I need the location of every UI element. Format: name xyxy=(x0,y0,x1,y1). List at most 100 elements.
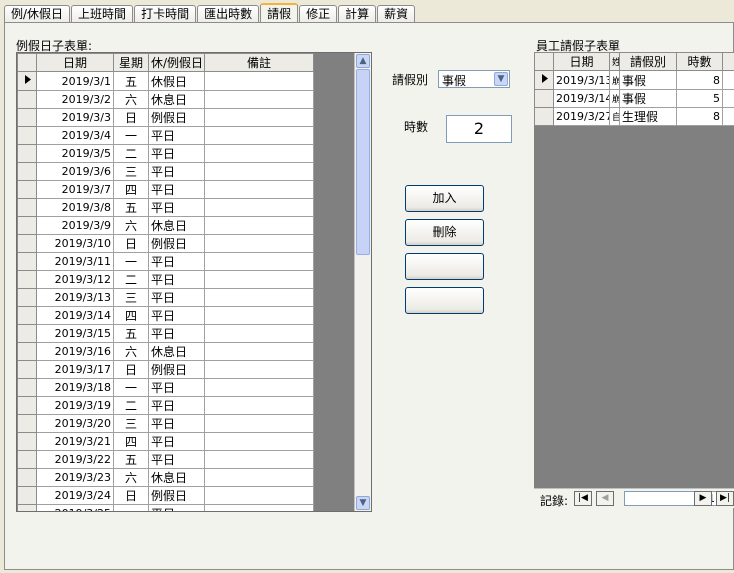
tab-2[interactable]: 打卡時間 xyxy=(134,5,197,23)
weekday-cell[interactable]: 五 xyxy=(113,324,149,343)
holiday-type-cell[interactable]: 例假日 xyxy=(148,234,205,253)
date-cell[interactable]: 2019/3/21 xyxy=(36,432,114,451)
row-pointer-icon[interactable] xyxy=(534,70,554,90)
table-row[interactable]: 2019/3/21 四平日 xyxy=(17,432,314,451)
note-cell[interactable] xyxy=(204,126,314,145)
holiday-type-cell[interactable]: 平日 xyxy=(148,180,205,199)
row-selector[interactable] xyxy=(17,342,37,361)
note-cell[interactable] xyxy=(204,342,314,361)
weekday-cell[interactable]: 四 xyxy=(113,432,149,451)
extra-cell[interactable] xyxy=(722,70,734,90)
date-cell[interactable]: 2019/3/7 xyxy=(36,180,114,199)
holiday-type-cell[interactable]: 例假日 xyxy=(148,486,205,505)
note-cell[interactable] xyxy=(204,432,314,451)
weekday-cell[interactable]: 日 xyxy=(113,360,149,379)
table-row[interactable]: 2019/3/12 二平日 xyxy=(17,270,314,289)
weekday-cell[interactable]: 五 xyxy=(113,450,149,469)
weekday-cell[interactable]: 六 xyxy=(113,216,149,235)
holiday-type-cell[interactable]: 平日 xyxy=(148,198,205,217)
note-cell[interactable] xyxy=(204,90,314,109)
table-row[interactable]: 2019/3/14 四平日 xyxy=(17,306,314,325)
weekday-cell[interactable]: 二 xyxy=(113,270,149,289)
table-row[interactable]: 2019/3/13崩事假8 xyxy=(534,70,734,90)
date-cell[interactable]: 2019/3/9 xyxy=(36,216,114,235)
hours-input[interactable]: 2 xyxy=(446,115,512,143)
table-row[interactable]: 2019/3/6 三平日 xyxy=(17,162,314,181)
table-row[interactable]: 2019/3/13 三平日 xyxy=(17,288,314,307)
row-selector[interactable] xyxy=(17,234,37,253)
holiday-type-cell[interactable]: 平日 xyxy=(148,306,205,325)
holiday-type-cell[interactable]: 平日 xyxy=(148,450,205,469)
row-selector[interactable] xyxy=(17,252,37,271)
tab-4[interactable]: 請假 xyxy=(260,3,299,24)
row-selector[interactable] xyxy=(17,288,37,307)
table-row[interactable]: 2019/3/8 五平日 xyxy=(17,198,314,217)
leave-type-cell[interactable]: 生理假 xyxy=(619,107,677,126)
table-row[interactable]: 2019/3/19 二平日 xyxy=(17,396,314,415)
weekday-cell[interactable]: 二 xyxy=(113,396,149,415)
holiday-type-cell[interactable]: 平日 xyxy=(148,288,205,307)
note-cell[interactable] xyxy=(204,162,314,181)
note-cell[interactable] xyxy=(204,252,314,271)
holiday-type-cell[interactable]: 平日 xyxy=(148,504,205,511)
holiday-type-cell[interactable]: 休息日 xyxy=(148,342,205,361)
weekday-cell[interactable]: 一 xyxy=(113,252,149,271)
date-cell[interactable]: 2019/3/22 xyxy=(36,450,114,469)
weekday-cell[interactable]: 一 xyxy=(113,378,149,397)
blank-button-1[interactable] xyxy=(405,253,484,280)
row-selector[interactable] xyxy=(17,108,37,127)
weekday-cell[interactable]: 五 xyxy=(113,198,149,217)
row-selector[interactable] xyxy=(17,162,37,181)
blank-button-2[interactable] xyxy=(405,287,484,314)
arrow-down-icon[interactable]: ▼ xyxy=(356,496,370,510)
hours-cell[interactable]: 8 xyxy=(676,70,723,90)
weekday-cell[interactable]: 五 xyxy=(113,71,149,91)
table-row[interactable]: 2019/3/25一平日 xyxy=(17,504,314,511)
date-cell[interactable]: 2019/3/10 xyxy=(36,234,114,253)
row-selector[interactable] xyxy=(17,486,37,505)
tab-7[interactable]: 薪資 xyxy=(377,5,416,23)
table-row[interactable]: 2019/3/16 六休息日 xyxy=(17,342,314,361)
extra-cell[interactable] xyxy=(722,89,734,108)
note-cell[interactable] xyxy=(204,144,314,163)
holiday-type-cell[interactable]: 平日 xyxy=(148,432,205,451)
note-cell[interactable] xyxy=(204,288,314,307)
next-record-icon[interactable]: ▶ xyxy=(694,491,712,506)
left-grid-scrollbar[interactable]: ▲ ▼ xyxy=(354,53,371,511)
row-selector[interactable] xyxy=(17,378,37,397)
note-cell[interactable] xyxy=(204,108,314,127)
row-selector[interactable] xyxy=(17,450,37,469)
table-row[interactable]: 2019/3/23 六休息日 xyxy=(17,468,314,487)
holiday-type-cell[interactable]: 平日 xyxy=(148,144,205,163)
date-cell[interactable]: 2019/3/17 xyxy=(36,360,114,379)
table-row[interactable]: 2019/3/4 一平日 xyxy=(17,126,314,145)
date-cell[interactable]: 2019/3/13 xyxy=(553,70,610,90)
holiday-type-cell[interactable]: 平日 xyxy=(148,252,205,271)
weekday-cell[interactable]: 三 xyxy=(113,414,149,433)
row-selector[interactable] xyxy=(17,504,37,511)
leave-type-select[interactable]: 事假 ▼ xyxy=(438,70,510,88)
weekday-cell[interactable]: 日 xyxy=(113,234,149,253)
table-row[interactable]: 2019/3/5 二平日 xyxy=(17,144,314,163)
date-cell[interactable]: 2019/3/23 xyxy=(36,468,114,487)
date-cell[interactable]: 2019/3/15 xyxy=(36,324,114,343)
row-selector[interactable] xyxy=(534,107,554,126)
last-record-icon[interactable]: ▶| xyxy=(716,491,734,506)
table-row[interactable]: 2019/3/22 五平日 xyxy=(17,450,314,469)
table-row[interactable]: 2019/3/18 一平日 xyxy=(17,378,314,397)
table-row[interactable]: 2019/3/24 日例假日 xyxy=(17,486,314,505)
note-cell[interactable] xyxy=(204,270,314,289)
holiday-type-cell[interactable]: 平日 xyxy=(148,324,205,343)
note-cell[interactable] xyxy=(204,180,314,199)
weekday-cell[interactable]: 六 xyxy=(113,342,149,361)
holiday-type-cell[interactable]: 休息日 xyxy=(148,90,205,109)
date-cell[interactable]: 2019/3/14 xyxy=(36,306,114,325)
tab-5[interactable]: 修正 xyxy=(299,5,338,23)
date-cell[interactable]: 2019/3/11 xyxy=(36,252,114,271)
holiday-type-cell[interactable]: 平日 xyxy=(148,162,205,181)
row-selector[interactable] xyxy=(17,468,37,487)
date-cell[interactable]: 2019/3/3 xyxy=(36,108,114,127)
date-cell[interactable]: 2019/3/16 xyxy=(36,342,114,361)
tab-3[interactable]: 匯出時數 xyxy=(197,5,260,23)
table-row[interactable]: 2019/3/2 六休息日 xyxy=(17,90,314,109)
